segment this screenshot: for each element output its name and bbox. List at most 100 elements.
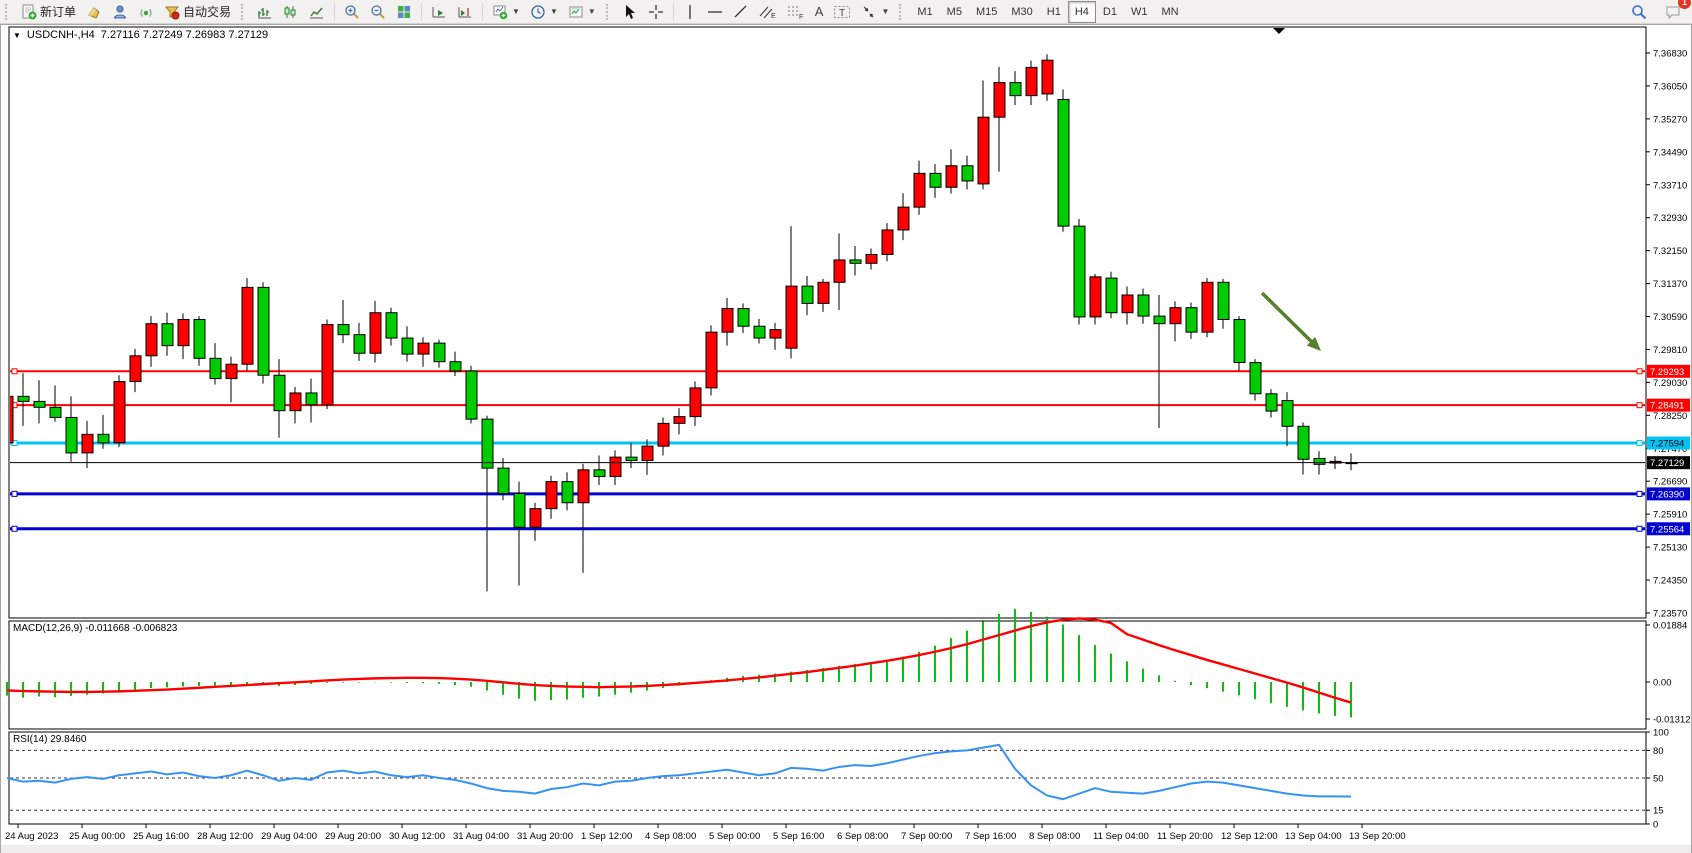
price-tick-label: 7.31370 bbox=[1653, 279, 1687, 290]
tab-timeframe-w1[interactable]: W1 bbox=[1124, 1, 1155, 23]
candle bbox=[1122, 295, 1133, 313]
chart-canvas[interactable]: 7.368307.360507.352707.344907.337107.329… bbox=[1, 25, 1691, 853]
candle bbox=[370, 313, 381, 354]
candle bbox=[1202, 282, 1213, 332]
price-tick-label: 7.28250 bbox=[1653, 411, 1687, 422]
auto-trading-button[interactable]: 自动交易 bbox=[159, 0, 236, 24]
tab-timeframe-h1[interactable]: H1 bbox=[1040, 1, 1068, 23]
toolbar-grip[interactable] bbox=[606, 4, 614, 20]
search-button[interactable] bbox=[1626, 0, 1652, 24]
candle bbox=[530, 509, 541, 528]
cursor-button[interactable] bbox=[617, 0, 643, 24]
mt4-window: 新订单 自动交易 bbox=[0, 0, 1692, 853]
candle bbox=[1106, 278, 1117, 313]
candle bbox=[674, 417, 685, 424]
candle bbox=[66, 417, 77, 452]
auto-trading-icon bbox=[164, 4, 180, 20]
arrows-button[interactable]: ▼ bbox=[856, 0, 894, 24]
price-tick-label: 7.25130 bbox=[1653, 543, 1687, 554]
candle bbox=[1314, 458, 1325, 464]
hline-handle[interactable] bbox=[12, 369, 17, 374]
candle bbox=[1170, 308, 1181, 324]
new-chart-icon bbox=[492, 4, 508, 20]
hline-handle[interactable] bbox=[1637, 526, 1642, 531]
candle bbox=[610, 457, 621, 476]
time-tick-label: 5 Sep 16:00 bbox=[773, 831, 824, 842]
chevron-down-icon: ▼ bbox=[881, 7, 889, 16]
candle bbox=[578, 470, 589, 503]
new-order-button[interactable]: 新订单 bbox=[16, 0, 81, 24]
candle bbox=[1138, 295, 1149, 316]
tab-timeframe-m30[interactable]: M30 bbox=[1004, 1, 1039, 23]
bar-chart-button[interactable] bbox=[252, 0, 278, 24]
time-tick-label: 31 Aug 20:00 bbox=[517, 831, 573, 842]
tab-timeframe-m15[interactable]: M15 bbox=[969, 1, 1004, 23]
candle bbox=[722, 308, 733, 332]
candle bbox=[706, 332, 717, 388]
price-tick-label: 7.33710 bbox=[1653, 180, 1687, 191]
price-tick-label: 7.26690 bbox=[1653, 477, 1687, 488]
zoom-in-button[interactable] bbox=[339, 0, 365, 24]
tab-timeframe-m5[interactable]: M5 bbox=[940, 1, 969, 23]
line-chart-button[interactable] bbox=[304, 0, 330, 24]
time-tick-label: 12 Sep 12:00 bbox=[1221, 831, 1278, 842]
chart-window: 7.368307.360507.352707.344907.337107.329… bbox=[0, 24, 1692, 853]
candle bbox=[354, 335, 365, 354]
candlestick-chart-icon bbox=[283, 4, 299, 20]
market-watch-button[interactable] bbox=[81, 0, 107, 24]
trendline-button[interactable] bbox=[728, 0, 754, 24]
toolbar-grip[interactable] bbox=[5, 4, 13, 20]
auto-scroll-button[interactable] bbox=[426, 0, 452, 24]
templates-button[interactable]: ▼ bbox=[563, 0, 601, 24]
candle bbox=[482, 419, 493, 468]
periods-clock-button[interactable]: ▼ bbox=[525, 0, 563, 24]
text-button[interactable]: A bbox=[810, 0, 829, 24]
rsi-tick-label: 80 bbox=[1653, 746, 1664, 757]
macd-pane[interactable] bbox=[9, 621, 1646, 729]
symbol-title: USDCNH-,H4 bbox=[27, 29, 95, 41]
tab-timeframe-h4[interactable]: H4 bbox=[1068, 1, 1096, 23]
hline-handle[interactable] bbox=[1637, 441, 1642, 446]
horizontal-line-button[interactable] bbox=[702, 0, 728, 24]
time-tick-label: 30 Aug 12:00 bbox=[389, 831, 445, 842]
candle bbox=[1282, 401, 1293, 427]
tab-timeframe-mn[interactable]: MN bbox=[1154, 1, 1185, 23]
text-label-button[interactable]: T bbox=[828, 0, 856, 24]
candle bbox=[978, 117, 989, 184]
collapse-arrow-icon[interactable]: ▼ bbox=[13, 31, 21, 40]
time-tick-label: 25 Aug 00:00 bbox=[69, 831, 125, 842]
notifications-button[interactable]: 1 bbox=[1660, 0, 1686, 24]
crosshair-button[interactable] bbox=[643, 0, 669, 24]
vertical-line-button[interactable] bbox=[678, 0, 702, 24]
toolbar-grip[interactable] bbox=[241, 4, 249, 20]
signals-icon bbox=[138, 4, 154, 20]
rsi-tick-label: 0 bbox=[1653, 820, 1658, 831]
price-tick-label: 7.25910 bbox=[1653, 510, 1687, 521]
search-icon bbox=[1631, 4, 1647, 20]
new-chart-button[interactable]: ▼ bbox=[487, 0, 525, 24]
main-toolbar: 新订单 自动交易 bbox=[0, 0, 1692, 24]
candle bbox=[1058, 99, 1069, 226]
candlestick-chart-button[interactable] bbox=[278, 0, 304, 24]
toolbar-grip[interactable] bbox=[899, 4, 907, 20]
hline-handle[interactable] bbox=[12, 491, 17, 496]
hline-handle[interactable] bbox=[1637, 369, 1642, 374]
chart-shift-button[interactable] bbox=[452, 0, 478, 24]
tab-timeframe-d1[interactable]: D1 bbox=[1096, 1, 1124, 23]
tab-timeframe-m1[interactable]: M1 bbox=[910, 1, 939, 23]
zoom-out-button[interactable] bbox=[365, 0, 391, 24]
equidistant-channel-button[interactable]: E bbox=[754, 0, 782, 24]
navigator-button[interactable] bbox=[107, 0, 133, 24]
fibonacci-button[interactable]: F bbox=[782, 0, 810, 24]
time-axis[interactable]: 24 Aug 202325 Aug 00:0025 Aug 16:0028 Au… bbox=[5, 824, 1406, 842]
candle bbox=[2, 396, 13, 442]
signals-button[interactable] bbox=[133, 0, 159, 24]
candle bbox=[882, 230, 893, 254]
hline-handle[interactable] bbox=[1637, 403, 1642, 408]
price-tick-label: 7.34490 bbox=[1653, 147, 1687, 158]
new-order-icon bbox=[21, 4, 37, 20]
candle bbox=[802, 286, 813, 303]
hline-handle[interactable] bbox=[1637, 491, 1642, 496]
tile-windows-button[interactable] bbox=[391, 0, 417, 24]
hline-handle[interactable] bbox=[12, 526, 17, 531]
